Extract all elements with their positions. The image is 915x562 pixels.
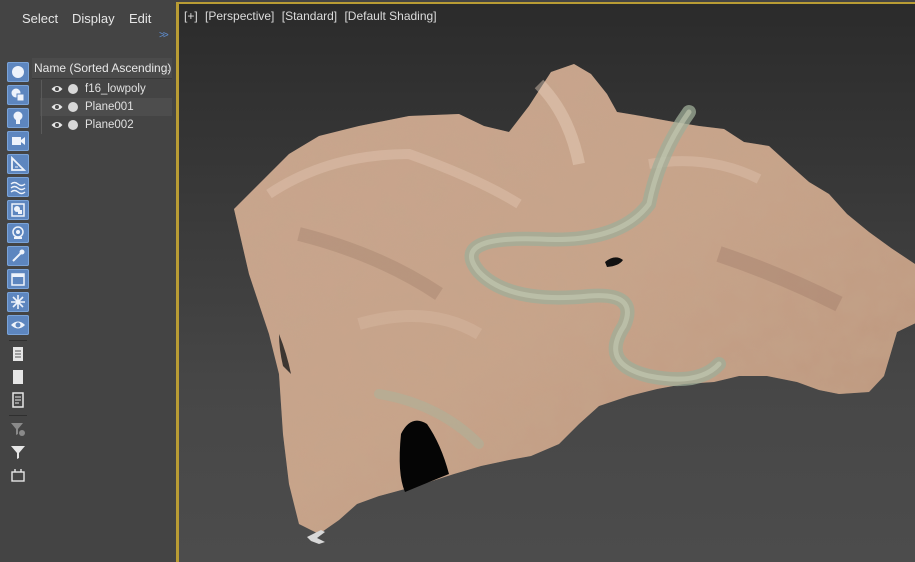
explorer-menubar: Select Display Edit >> xyxy=(0,0,176,41)
perspective-viewport[interactable]: [+] [Perspective] [Standard] [Default Sh… xyxy=(176,2,915,562)
display-spacewarps-icon[interactable] xyxy=(7,177,29,197)
visibility-eye-icon[interactable] xyxy=(51,120,63,130)
display-filter-toolbar xyxy=(4,58,33,562)
select-none-icon[interactable] xyxy=(7,367,29,387)
freeze-dot-icon[interactable] xyxy=(68,120,78,130)
display-helpers-icon[interactable] xyxy=(7,154,29,174)
menu-display[interactable]: Display xyxy=(72,11,115,26)
viewport-shading-label[interactable]: [Default Shading] xyxy=(344,9,436,23)
display-all-icon[interactable] xyxy=(7,62,29,82)
display-groups-icon[interactable] xyxy=(7,200,29,220)
toolbar-separator xyxy=(9,415,27,416)
freeze-dot-icon[interactable] xyxy=(68,84,78,94)
toolbar-separator xyxy=(9,340,27,341)
viewport-label: [+] [Perspective] [Standard] [Default Sh… xyxy=(184,9,441,23)
display-cameras-icon[interactable] xyxy=(7,131,29,151)
filter-settings-icon[interactable] xyxy=(7,419,29,439)
menu-edit[interactable]: Edit xyxy=(129,11,151,26)
visibility-eye-icon[interactable] xyxy=(51,84,63,94)
display-lights-icon[interactable] xyxy=(7,108,29,128)
menu-select[interactable]: Select xyxy=(22,11,58,26)
column-header-label: Name (Sorted Ascending) xyxy=(34,61,172,75)
display-frozen-icon[interactable] xyxy=(7,292,29,312)
select-all-icon[interactable] xyxy=(7,344,29,364)
viewport-pov-label[interactable]: [Perspective] xyxy=(205,9,274,23)
layer-icon[interactable] xyxy=(7,465,29,485)
visibility-eye-icon[interactable] xyxy=(51,102,63,112)
object-name: Plane001 xyxy=(85,101,134,113)
viewport-standard-label[interactable]: [Standard] xyxy=(282,9,337,23)
scene-explorer: Select Display Edit >> Name (Sorted Asce… xyxy=(0,0,176,562)
display-hidden-icon[interactable] xyxy=(7,315,29,335)
viewport-menu-button[interactable]: [+] xyxy=(184,9,198,23)
object-name: Plane002 xyxy=(85,119,134,131)
object-name: f16_lowpoly xyxy=(85,83,146,95)
list-item[interactable]: Plane001 xyxy=(40,98,172,116)
display-containers-icon[interactable] xyxy=(7,269,29,289)
list-item[interactable]: f16_lowpoly xyxy=(40,80,172,98)
filter-icon[interactable] xyxy=(7,442,29,462)
select-invert-icon[interactable] xyxy=(7,390,29,410)
scene-object-list: Name (Sorted Ascending) ‥ f16_lowpoly Pl… xyxy=(32,58,172,562)
display-xrefs-icon[interactable] xyxy=(7,223,29,243)
freeze-dot-icon[interactable] xyxy=(68,102,78,112)
expand-toolbar-icon[interactable]: >> xyxy=(159,30,169,41)
list-item[interactable]: Plane002 xyxy=(40,116,172,134)
display-geometry-icon[interactable] xyxy=(7,85,29,105)
display-bones-icon[interactable] xyxy=(7,246,29,266)
terrain-mesh[interactable] xyxy=(179,4,915,562)
name-column-header[interactable]: Name (Sorted Ascending) ‥ xyxy=(32,58,172,79)
sort-indicator-icon: ‥ xyxy=(163,63,170,74)
